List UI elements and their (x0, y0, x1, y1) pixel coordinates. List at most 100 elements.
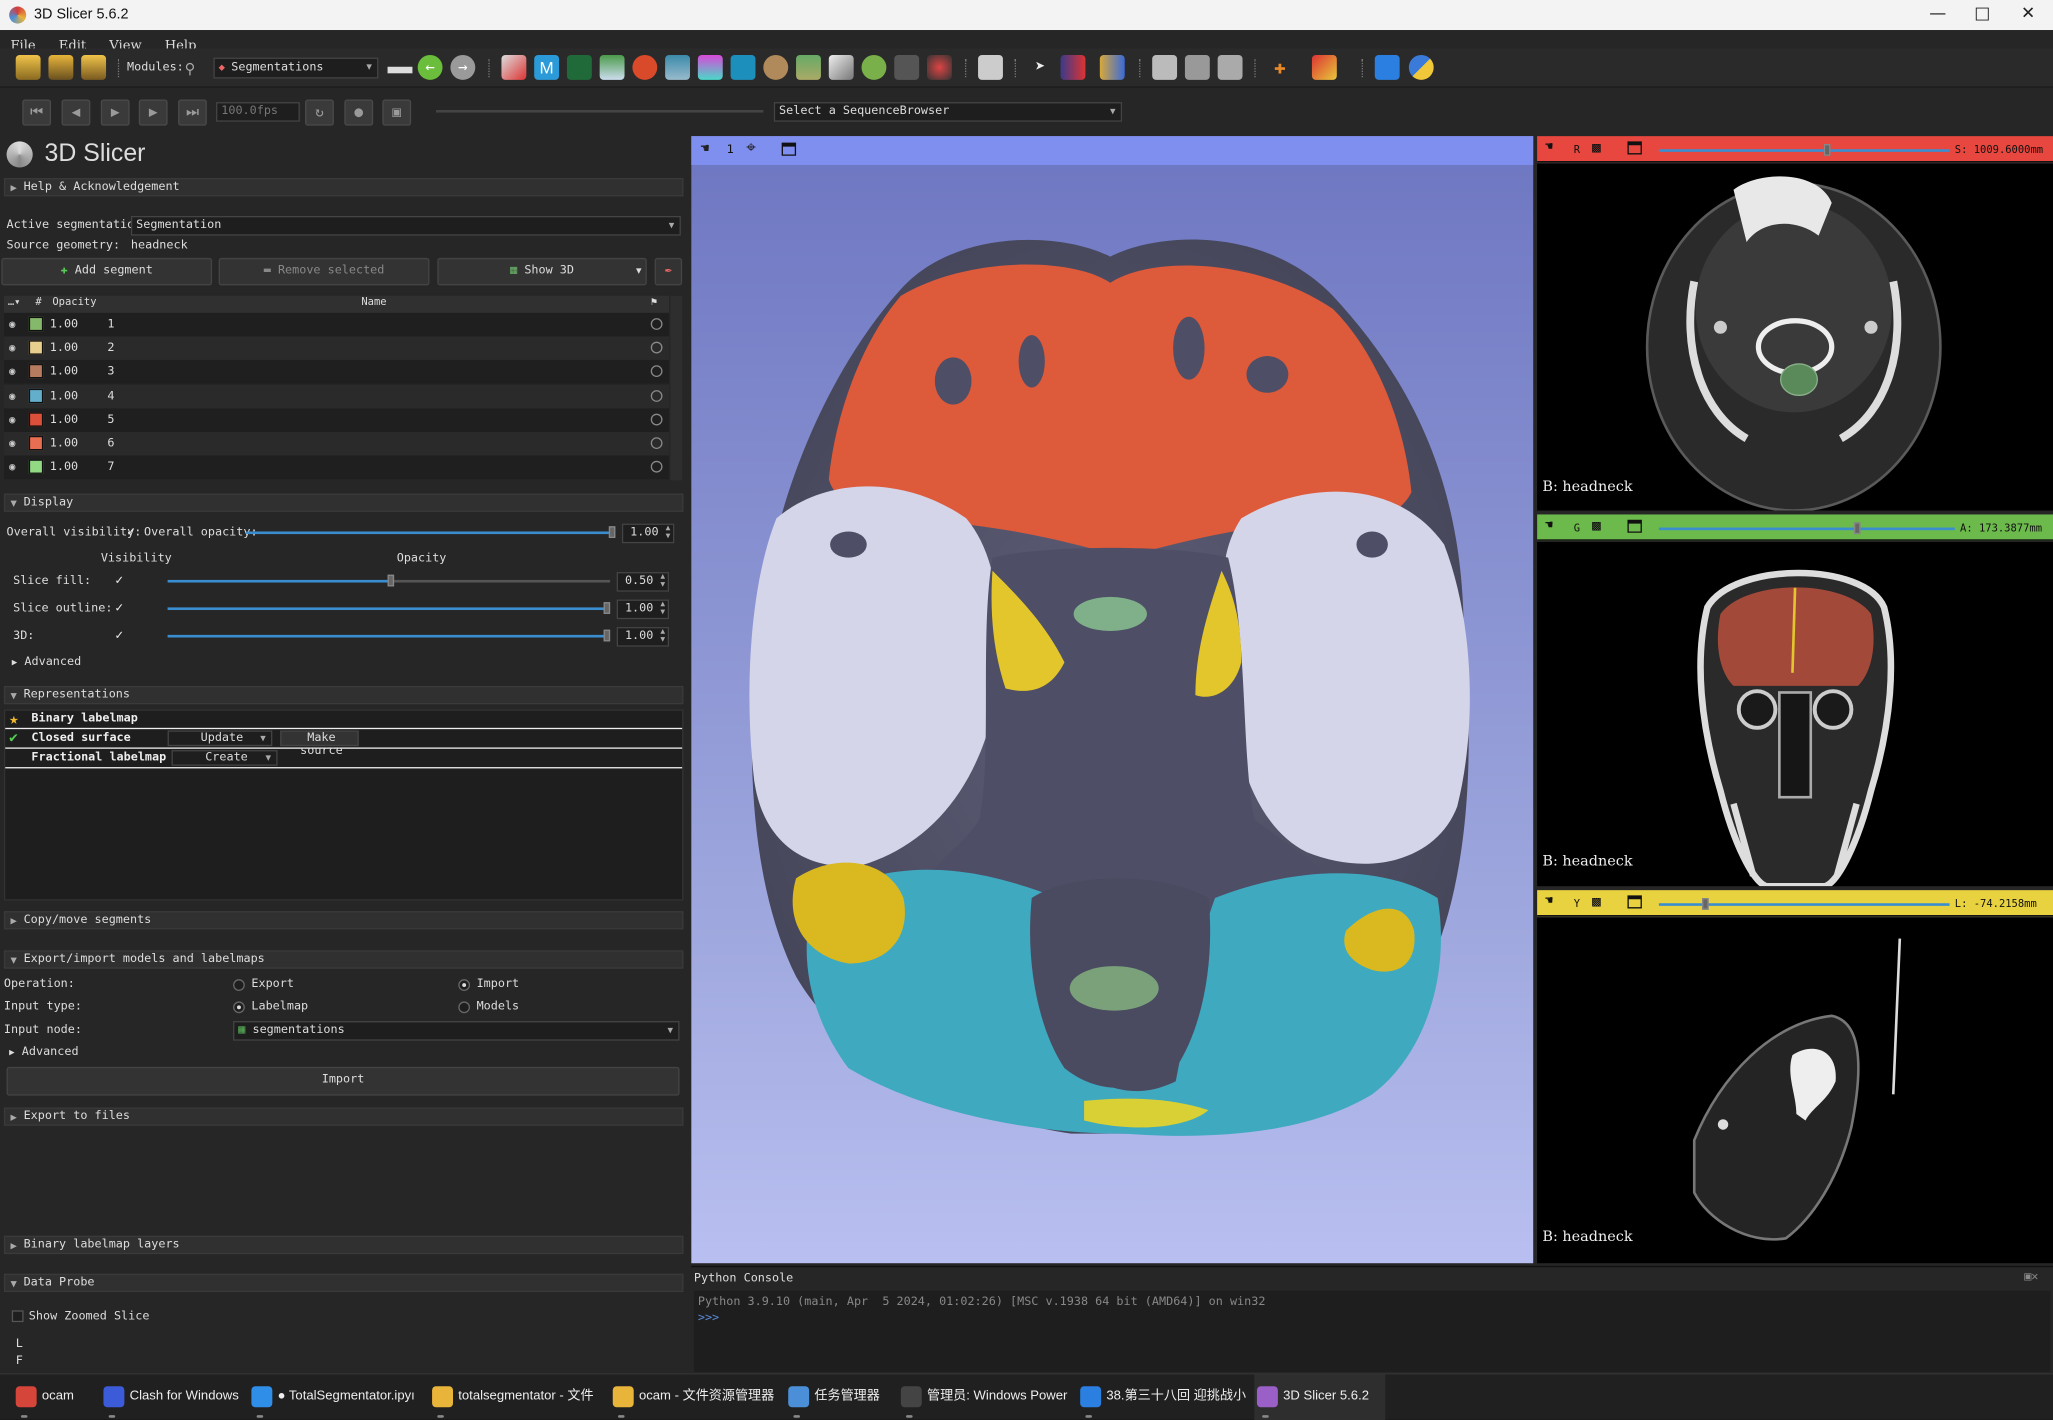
sequence-slider[interactable] (436, 109, 764, 113)
taskbar-item[interactable]: 38.第三十八回 迎挑战小 (1078, 1374, 1246, 1420)
maximize-view-icon[interactable] (1627, 519, 1642, 533)
volume-rendering-icon[interactable] (632, 54, 658, 80)
markups-icon[interactable]: M (534, 54, 560, 80)
segment-status-icon[interactable] (650, 413, 663, 426)
export-radio[interactable] (233, 979, 245, 991)
segment-name[interactable]: 5 (107, 408, 114, 432)
binary-labelmap-layers-section-header[interactable]: ▶ Binary labelmap layers (3, 1235, 684, 1255)
sample-data-icon[interactable] (730, 54, 756, 80)
taskbar-item[interactable]: ● TotalSegmentator.ipyı (249, 1374, 422, 1420)
slice-fill-spinbox[interactable]: 0.50 ▲ ▼ (616, 572, 670, 592)
extensions-manager-icon[interactable] (1374, 54, 1400, 80)
green-slice-offset-slider[interactable] (1658, 527, 1955, 531)
slice-fill-slider[interactable] (167, 579, 391, 583)
import-radio[interactable] (458, 979, 471, 991)
previous-frame-icon[interactable]: ◀ (61, 99, 91, 126)
save-icon[interactable] (81, 54, 107, 80)
taskbar-item[interactable]: ocam - 文件资源管理器 (610, 1374, 775, 1420)
slice-outline-spinbox[interactable]: 1.00 ▲ ▼ (616, 599, 670, 620)
play-icon[interactable]: ▶ (100, 99, 130, 126)
red-slice-view[interactable]: B: headneck (1537, 163, 2053, 511)
overall-opacity-spinbox[interactable]: 1.00 ▲ ▼ (621, 523, 675, 544)
segment-opacity[interactable]: 1.00 (50, 408, 78, 432)
help-section-header[interactable]: ▶ Help & Acknowledgement (3, 178, 684, 197)
module-history-icon[interactable] (387, 66, 413, 74)
segment-opacity[interactable]: 1.00 (50, 384, 78, 408)
segment-opacity[interactable]: 1.00 (50, 360, 78, 384)
segment-color-swatch[interactable] (28, 459, 44, 475)
overall-opacity-handle[interactable] (608, 526, 616, 539)
loop-icon[interactable]: ↻ (305, 99, 334, 126)
yellow-slice-view[interactable]: B: headneck (1537, 917, 2053, 1264)
green-slice-offset-handle[interactable] (1853, 522, 1861, 535)
eye-icon[interactable]: ◉ (9, 408, 15, 432)
slice-outline-checkbox[interactable]: ✓ (115, 601, 123, 615)
segment-name[interactable]: 6 (107, 432, 114, 456)
segment-color-swatch[interactable] (28, 340, 44, 355)
segment-color-swatch[interactable] (28, 364, 44, 379)
segment-name[interactable]: 4 (107, 384, 114, 408)
maximize-view-icon[interactable] (1627, 141, 1642, 155)
segment-name[interactable]: 3 (107, 360, 114, 384)
house-icon[interactable] (894, 54, 920, 80)
slice-outline-handle[interactable] (603, 602, 611, 614)
segment-row[interactable]: ◉ 1.00 7 (3, 455, 670, 480)
pin-icon[interactable]: ☚ (1545, 518, 1553, 532)
advanced-display-toggle[interactable]: ▶ Advanced (12, 656, 81, 669)
module-search-icon[interactable]: ⚲ (185, 60, 196, 77)
link-icon[interactable]: ▩ (1592, 139, 1601, 156)
add-segment-button[interactable]: ✚ Add segment (1, 257, 213, 286)
back-arrow-icon[interactable]: ← (417, 54, 443, 80)
segment-row[interactable]: ◉ 1.00 2 (3, 336, 670, 361)
pin-icon[interactable]: ☚ (1545, 140, 1553, 154)
segment-opacity[interactable]: 1.00 (50, 432, 78, 456)
display-section-header[interactable]: ▼ Display (3, 493, 684, 512)
segment-row[interactable]: ◉ 1.00 6 (3, 431, 670, 456)
advanced-export-toggle[interactable]: ▶ Advanced (9, 1046, 78, 1059)
3d-opacity-slider[interactable] (167, 634, 608, 638)
center-view-icon[interactable]: ⌖ (746, 139, 756, 159)
taskbar-item[interactable]: 任务管理器 (786, 1374, 891, 1420)
pin-icon[interactable]: ☚ (1545, 894, 1553, 908)
eye-icon[interactable]: ◉ (9, 384, 15, 408)
load-data-icon[interactable] (15, 54, 41, 80)
segment-status-icon[interactable] (650, 437, 663, 450)
segment-status-icon[interactable] (650, 461, 663, 473)
red-slice-offset-slider[interactable] (1658, 149, 1950, 152)
import-button[interactable]: Import (6, 1066, 680, 1096)
forward-arrow-icon[interactable]: → (450, 54, 476, 80)
segment-color-swatch[interactable] (28, 388, 44, 403)
edit-segment-button[interactable]: ✒ (654, 257, 683, 286)
module-selector[interactable]: ◆ Segmentations ▼ (213, 57, 379, 79)
console-prompt[interactable]: >>> (698, 1310, 2047, 1326)
remove-selected-button[interactable]: ▬ Remove selected (218, 257, 430, 286)
segment-opacity[interactable]: 1.00 (50, 456, 78, 480)
segment-name[interactable]: 7 (107, 456, 114, 480)
segment-status-icon[interactable] (650, 389, 663, 402)
eye-icon[interactable]: ◉ (9, 456, 15, 480)
link-icon[interactable]: ▩ (1592, 893, 1601, 910)
taskbar-item[interactable]: ocam (13, 1374, 94, 1420)
welcome-icon[interactable] (501, 54, 527, 80)
labelmap-radio[interactable] (233, 1001, 245, 1014)
reslice-icon[interactable] (1311, 54, 1337, 80)
sequence-browser-selector[interactable]: Select a SequenceBrowser ▼ (773, 102, 1123, 122)
volumes-icon[interactable] (599, 54, 625, 80)
fps-spinbox[interactable]: 100.0fps (216, 102, 300, 122)
segment-color-swatch[interactable] (28, 412, 44, 427)
red-slice-offset-handle[interactable] (1823, 143, 1831, 156)
eye-icon[interactable]: ◉ (9, 432, 15, 456)
mouse-pointer-icon[interactable]: ➤ (1028, 55, 1053, 80)
close-button[interactable]: ✕ (2006, 0, 2051, 30)
maximize-view-icon[interactable] (1627, 895, 1642, 909)
eye-icon[interactable]: ◉ (9, 337, 15, 361)
3d-opacity-spinbox[interactable]: 1.00 ▲ ▼ (616, 627, 670, 647)
record-icon[interactable]: ● (344, 99, 374, 126)
next-frame-icon[interactable]: ▶ (138, 99, 168, 126)
network-icon[interactable] (926, 54, 952, 80)
segment-row[interactable]: ◉ 1.00 1 (3, 312, 670, 337)
export-to-files-section-header[interactable]: ▶ Export to files (3, 1107, 684, 1126)
layout-icon[interactable] (978, 54, 1003, 80)
taskbar-item[interactable]: Clash for Windows (101, 1374, 245, 1420)
3d-view[interactable]: ☚ 1 ⌖ (691, 136, 1534, 1264)
